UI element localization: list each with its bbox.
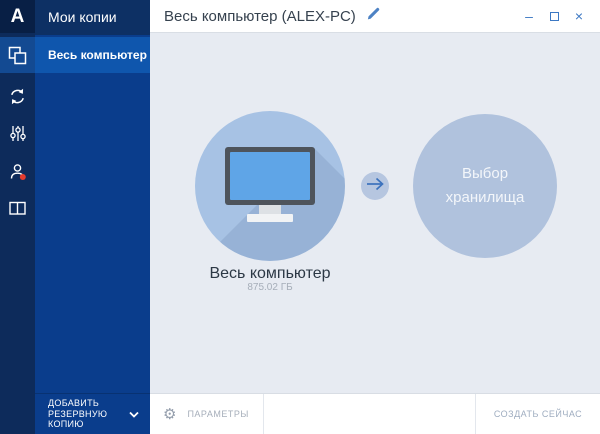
titlebar: Весь компьютер (ALEX-PC) – × bbox=[150, 0, 600, 33]
gear-icon: ⚙ bbox=[163, 407, 176, 422]
flow-arrow-badge bbox=[361, 172, 389, 200]
monitor-stand-base bbox=[247, 214, 293, 222]
close-button[interactable]: × bbox=[570, 7, 588, 25]
monitor-screen bbox=[230, 152, 310, 200]
create-now-label: Создать сейчас bbox=[494, 409, 582, 419]
destination-label: Выбор хранилища bbox=[435, 162, 535, 210]
sync-icon bbox=[8, 87, 27, 106]
sidebar: Мои копии Весь компьютер (... Добавить р… bbox=[35, 0, 150, 434]
source-size: 875.02 ГБ bbox=[175, 282, 365, 293]
minimize-button[interactable]: – bbox=[520, 7, 538, 25]
chevron-down-icon bbox=[129, 405, 139, 423]
app-window: A bbox=[0, 0, 600, 434]
backup-source-circle[interactable] bbox=[195, 111, 345, 261]
source-label: Весь компьютер bbox=[175, 265, 365, 283]
monitor-icon bbox=[225, 147, 315, 205]
rename-backup-button[interactable] bbox=[366, 6, 381, 26]
monitor-stand-neck bbox=[259, 205, 281, 214]
maximize-icon bbox=[550, 12, 559, 21]
main-panel: Весь компьютер (ALEX-PC) – × bbox=[150, 0, 600, 434]
rail-item-sync[interactable] bbox=[0, 78, 35, 114]
backup-destination-circle[interactable]: Выбор хранилища bbox=[413, 114, 557, 258]
footer-bar: ⚙ Параметры Создать сейчас bbox=[150, 393, 600, 434]
options-button[interactable]: ⚙ Параметры bbox=[150, 394, 263, 434]
notification-dot bbox=[19, 174, 25, 180]
create-now-button[interactable]: Создать сейчас bbox=[476, 394, 600, 434]
icon-rail: A bbox=[0, 0, 35, 434]
rail-item-help[interactable] bbox=[0, 190, 35, 226]
backup-content-area: Выбор хранилища Весь компьютер 875.02 ГБ bbox=[150, 33, 600, 393]
maximize-button[interactable] bbox=[545, 7, 563, 25]
backups-icon bbox=[8, 46, 27, 65]
account-icon bbox=[8, 162, 28, 182]
add-backup-button[interactable]: Добавить резервную копию bbox=[35, 393, 150, 434]
rail-item-account[interactable] bbox=[0, 154, 35, 190]
tools-icon bbox=[9, 124, 27, 143]
sidebar-item-whole-computer[interactable]: Весь компьютер (... bbox=[35, 37, 150, 73]
acronis-logo: A bbox=[0, 0, 35, 33]
help-icon bbox=[8, 200, 27, 217]
edit-pencil-icon bbox=[366, 6, 381, 26]
sidebar-title: Мои копии bbox=[35, 0, 150, 35]
page-title: Весь компьютер (ALEX-PC) bbox=[164, 8, 356, 25]
footer-divider bbox=[263, 394, 264, 434]
add-backup-label: Добавить резервную копию bbox=[48, 398, 120, 430]
arrow-right-icon bbox=[365, 177, 385, 196]
window-controls: – × bbox=[520, 7, 588, 25]
rail-item-backups[interactable] bbox=[0, 37, 35, 73]
options-label: Параметры bbox=[187, 409, 248, 419]
rail-item-tools[interactable] bbox=[0, 115, 35, 151]
